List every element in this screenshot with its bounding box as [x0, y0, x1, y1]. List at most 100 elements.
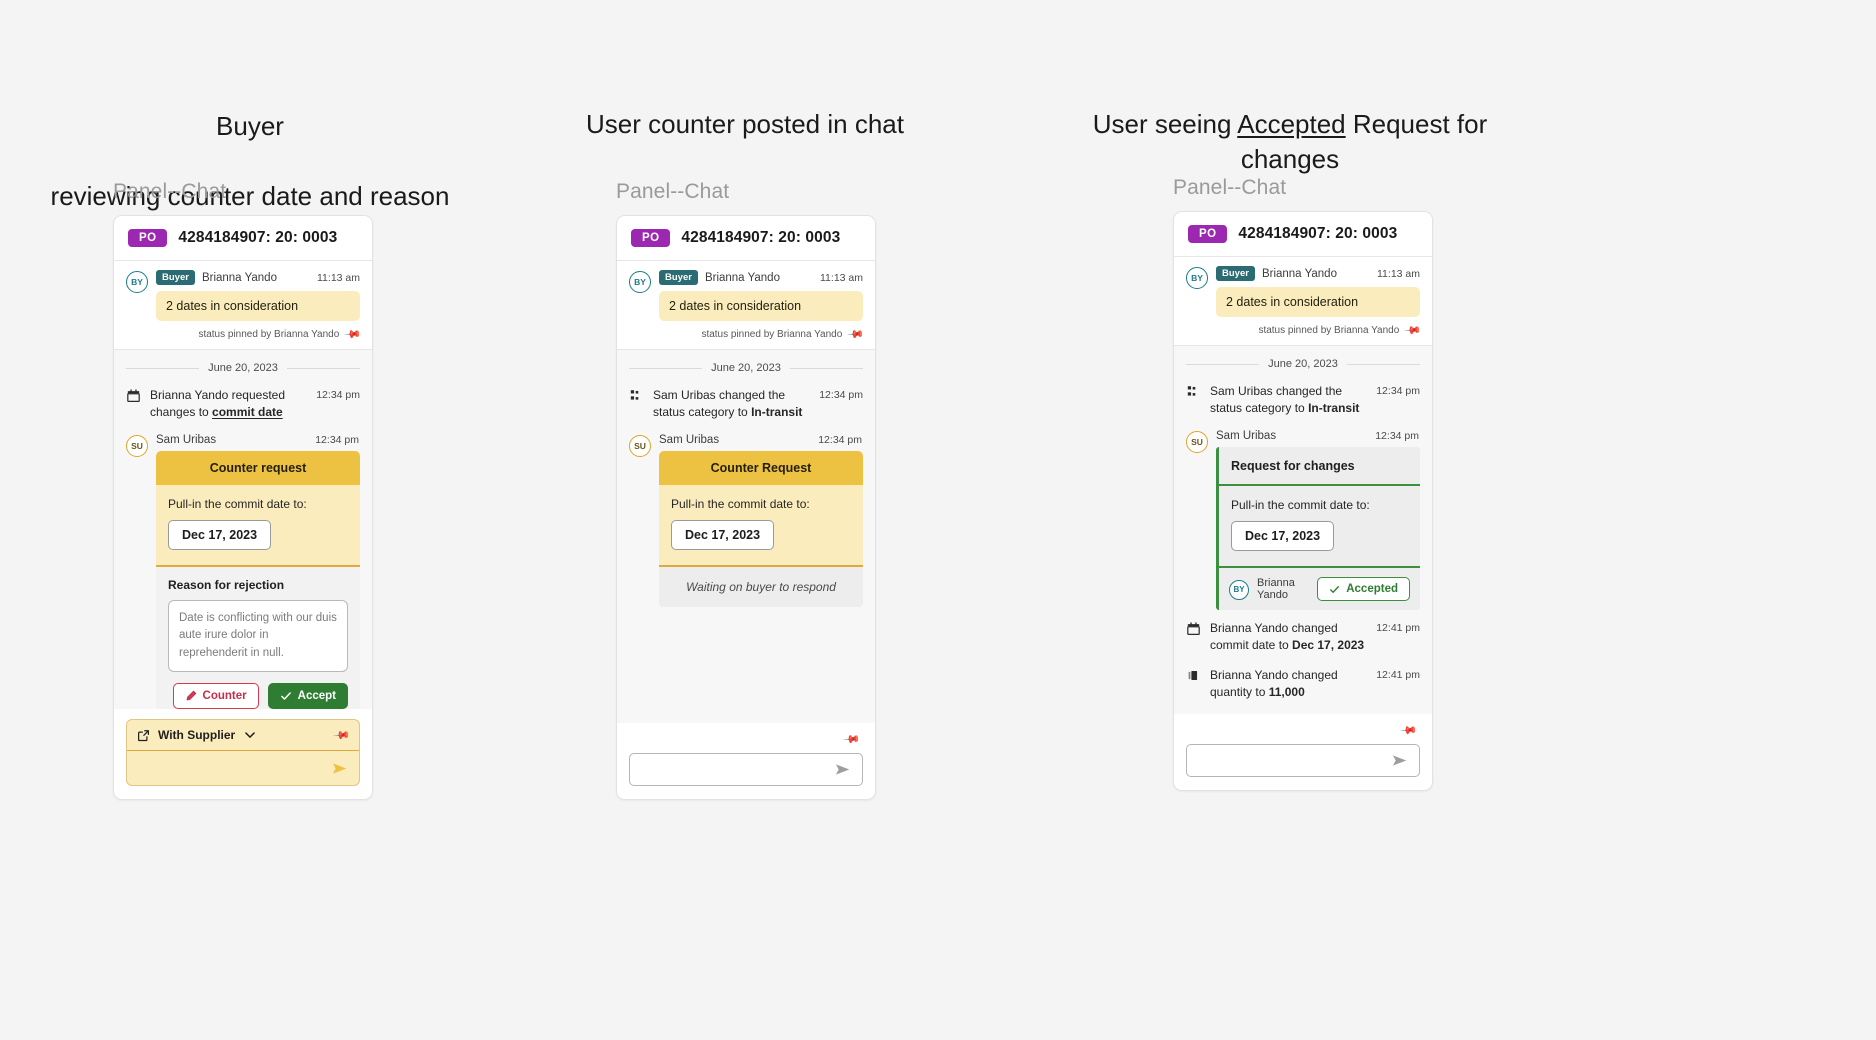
card-date-label: Pull-in the commit date to:: [671, 497, 810, 512]
card-time: 12:34 pm: [1375, 430, 1419, 443]
avatar: BY: [1186, 267, 1208, 289]
commit-date-value[interactable]: Dec 17, 2023: [168, 520, 272, 551]
check-icon: [1329, 584, 1340, 595]
pin-icon[interactable]: 📌: [847, 325, 866, 344]
card-author: Sam Uribas: [1216, 430, 1277, 443]
message-time: 11:13 am: [317, 271, 360, 284]
pinned-message-1: BY Buyer Brianna Yando 11:13 am 2 dates …: [114, 261, 372, 350]
po-number: 4284184907: 20: 0003: [178, 229, 338, 246]
status-badge-accepted: Accepted: [1317, 577, 1410, 602]
activity-row-status-category: Sam Uribas changed the status category t…: [1186, 383, 1420, 417]
counter-request-card-wrap-1: SU Sam Uribas 12:34 pm Counter request P…: [126, 434, 360, 709]
activity-value: Dec 17, 2023: [1292, 638, 1365, 653]
role-badge: Buyer: [156, 270, 195, 285]
avatar: SU: [629, 435, 651, 458]
avatar: BY: [1229, 579, 1249, 600]
role-badge: Buyer: [659, 270, 698, 285]
role-badge: Buyer: [1216, 266, 1255, 281]
pencil-icon: [185, 690, 197, 702]
reason-textarea[interactable]: Date is conflicting with our duis aute i…: [168, 600, 348, 672]
activity-row-quantity-changed: Brianna Yando changed quantity to 11,000…: [1186, 667, 1420, 701]
chat-window-3: PO 4284184907: 20: 0003 BY Buyer Brianna…: [1173, 211, 1433, 791]
accept-button[interactable]: Accept: [267, 682, 348, 709]
send-icon[interactable]: [1391, 752, 1408, 769]
avatar: SU: [1186, 431, 1208, 454]
pinned-note-2: status pinned by Brianna Yando 📌: [629, 325, 866, 344]
message-bubble: 2 dates in consideration: [1216, 287, 1420, 317]
counter-request-card-wrap-2: SU Sam Uribas 12:34 pm Counter Request P…: [629, 434, 863, 608]
message-time: 11:13 am: [1377, 267, 1420, 280]
activity-status-value: In-transit: [1308, 401, 1360, 416]
activity-status-value: In-transit: [751, 405, 803, 420]
activity-row-status-category: Sam Uribas changed the status category t…: [629, 387, 863, 421]
status-category-icon: [1186, 385, 1201, 398]
pin-icon[interactable]: 📌: [333, 726, 352, 744]
day-separator-label: June 20, 2023: [208, 362, 278, 374]
chat-window-1: PO 4284184907: 20: 0003 BY Buyer Brianna…: [113, 215, 373, 800]
message-author: Brianna Yando: [1261, 267, 1337, 280]
pinned-note-text: status pinned by Brianna Yando: [1258, 325, 1400, 336]
reason-section: Reason for rejection Date is conflicting…: [156, 567, 360, 709]
counter-button[interactable]: Counter: [172, 682, 259, 709]
send-icon[interactable]: [834, 761, 851, 778]
activity-time: 12:34 pm: [316, 389, 360, 401]
composer-scope-label: With Supplier: [158, 728, 236, 742]
activity-link-commit-date[interactable]: commit date: [212, 405, 283, 419]
card-date-label: Pull-in the commit date to:: [1231, 498, 1370, 513]
po-header-3: PO 4284184907: 20: 0003: [1174, 212, 1432, 257]
avatar: BY: [126, 271, 148, 293]
external-link-icon: [137, 729, 150, 742]
counter-request-card: Counter request Pull-in the commit date …: [156, 451, 360, 709]
po-badge: PO: [128, 229, 168, 247]
mockup-canvas: Buyer reviewing counter date and reason …: [0, 0, 1876, 1040]
status-category-icon: [629, 389, 644, 402]
day-separator: June 20, 2023: [629, 362, 863, 374]
pinned-message-row: BY Buyer Brianna Yando 11:13 am 2 dates …: [126, 270, 360, 321]
card-title: Counter request: [156, 451, 360, 486]
calendar-icon: [126, 389, 141, 402]
message-input[interactable]: [1186, 744, 1420, 777]
panel-2: Panel--Chat PO 4284184907: 20: 0003 BY B…: [616, 180, 876, 800]
day-separator: June 20, 2023: [1186, 358, 1420, 370]
activity-time: 12:41 pm: [1376, 669, 1420, 682]
card-author: Sam Uribas: [156, 434, 217, 447]
panel-3: Panel--Chat PO 4284184907: 20: 0003 BY B…: [1173, 176, 1433, 791]
pin-icon[interactable]: 📌: [1404, 321, 1423, 340]
quantity-icon: [1186, 669, 1201, 682]
send-icon[interactable]: [331, 760, 348, 777]
accept-button-label: Accept: [297, 689, 336, 702]
column-heading-1-line1: Buyer: [216, 111, 284, 142]
approver-name: Brianna Yando: [1257, 577, 1295, 602]
panel-3-label: Panel--Chat: [1173, 176, 1287, 199]
card-title: Request for changes: [1219, 447, 1420, 487]
check-icon: [280, 690, 292, 702]
activity-time: 12:34 pm: [1376, 385, 1420, 397]
message-thread-3: June 20, 2023 Sam Uribas changed the sta…: [1174, 346, 1432, 714]
message-thread-1: June 20, 2023 Brianna Yando requested ch…: [114, 350, 372, 709]
message-input[interactable]: [127, 751, 359, 785]
waiting-note: Waiting on buyer to respond: [659, 567, 863, 608]
column-heading-3-underlined: Accepted: [1237, 109, 1346, 140]
activity-row-commit-date-request: Brianna Yando requested changes to commi…: [126, 387, 360, 421]
pin-icon[interactable]: 📌: [1400, 721, 1419, 740]
pinned-note-text: status pinned by Brianna Yando: [701, 329, 843, 340]
composer-3: 📌: [1174, 714, 1432, 790]
day-separator-label: June 20, 2023: [1268, 358, 1338, 370]
commit-date-value[interactable]: Dec 17, 2023: [671, 520, 775, 551]
chevron-down-icon[interactable]: [243, 728, 257, 742]
approval-row: BY Brianna Yando Accepted: [1219, 568, 1420, 610]
commit-date-value[interactable]: Dec 17, 2023: [1231, 521, 1335, 552]
composer-scope-row[interactable]: With Supplier 📌: [127, 720, 359, 751]
pinned-note-text: status pinned by Brianna Yando: [198, 329, 340, 340]
message-input[interactable]: [629, 753, 863, 786]
activity-time: 12:34 pm: [819, 389, 863, 401]
column-heading-2-line1: User counter posted in chat: [586, 109, 904, 140]
pinned-note-3: status pinned by Brianna Yando 📌: [1186, 321, 1423, 340]
po-badge: PO: [631, 229, 671, 247]
panel-2-label: Panel--Chat: [616, 180, 730, 203]
request-for-changes-card: Request for changes Pull-in the commit d…: [1216, 447, 1420, 611]
pin-icon[interactable]: 📌: [344, 325, 363, 344]
pinned-message-3: BY Buyer Brianna Yando 11:13 am 2 dates …: [1174, 257, 1432, 346]
composer-1: With Supplier 📌: [114, 709, 372, 799]
pin-icon[interactable]: 📌: [843, 730, 862, 749]
